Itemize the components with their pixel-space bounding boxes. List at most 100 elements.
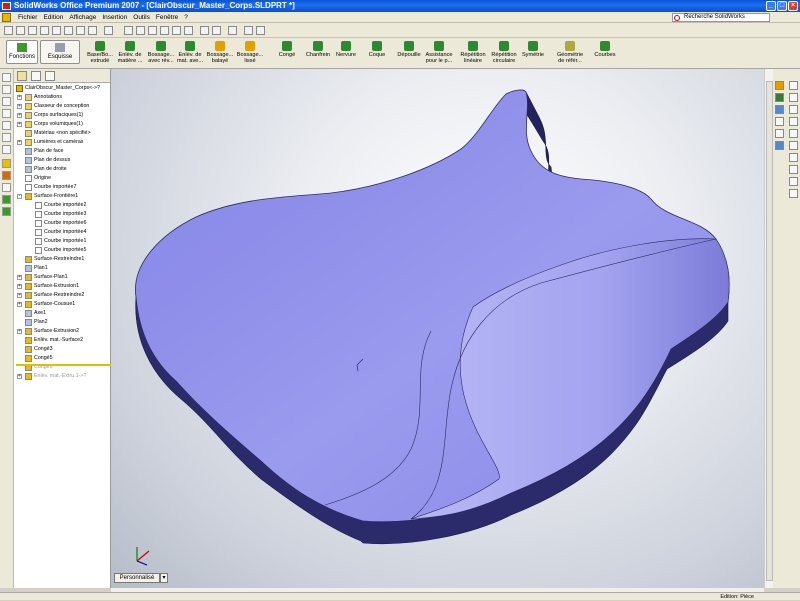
side-tool-icon[interactable] <box>789 153 798 162</box>
tool-icon[interactable] <box>2 183 11 192</box>
expand-icon[interactable]: + <box>17 140 22 145</box>
shell-button[interactable]: Coque <box>366 40 388 68</box>
side-tool-icon[interactable] <box>789 165 798 174</box>
side-tool-icon[interactable] <box>789 189 798 198</box>
expand-icon[interactable]: + <box>17 113 22 118</box>
rotate-view-icon[interactable] <box>172 26 181 35</box>
tree-item[interactable]: Origine <box>14 174 111 183</box>
open-icon[interactable] <box>16 26 25 35</box>
display-style-icon[interactable] <box>200 26 209 35</box>
copy-icon[interactable] <box>64 26 73 35</box>
view-palette-icon[interactable] <box>775 129 784 138</box>
revolved-cut-button[interactable]: Enlèv. de mat. ave... <box>176 40 204 68</box>
help-icon[interactable] <box>256 26 265 35</box>
search-pane-icon[interactable] <box>775 117 784 126</box>
vertical-scrollbar[interactable] <box>764 69 773 588</box>
tree-item[interactable]: Congé3 <box>14 345 111 354</box>
lofted-boss-button[interactable]: Bossage... lissé <box>236 40 264 68</box>
tree-item[interactable]: + Lumières et caméras <box>14 138 111 147</box>
tree-item[interactable]: Courbe importée5 <box>14 246 111 255</box>
tree-item[interactable]: Congé5 <box>14 354 111 363</box>
pan-icon[interactable] <box>184 26 193 35</box>
extruded-cut-button[interactable]: Enlèv. de matière ... <box>116 40 144 68</box>
tree-item[interactable]: + Surface-Extrusion2 <box>14 327 111 336</box>
view-orientation-icon[interactable] <box>212 26 221 35</box>
tree-item[interactable]: Enlèv. mat.-Surface2 <box>14 336 111 345</box>
tree-item[interactable]: + Surface-Extrusion1 <box>14 282 111 291</box>
tree-item[interactable]: Courbe importée3 <box>14 210 111 219</box>
save-icon[interactable] <box>28 26 37 35</box>
new-document-icon[interactable] <box>4 26 13 35</box>
tree-item[interactable]: + Surface-Restreindre2 <box>14 291 111 300</box>
print-icon[interactable] <box>40 26 49 35</box>
configurationmanager-tab-icon[interactable] <box>45 71 55 81</box>
tree-item[interactable]: Courbe importée1 <box>14 237 111 246</box>
expand-icon[interactable]: + <box>17 284 22 289</box>
section-view-icon[interactable] <box>228 26 237 35</box>
menu-item-5[interactable]: Fenêtre <box>153 12 181 23</box>
side-tool-icon[interactable] <box>789 117 798 126</box>
expand-icon[interactable]: + <box>17 374 22 379</box>
tool-icon[interactable] <box>2 97 11 106</box>
tree-item[interactable]: Plan de face <box>14 147 111 156</box>
tool-icon[interactable] <box>2 85 11 94</box>
file-explorer-icon[interactable] <box>775 105 784 114</box>
side-tool-icon[interactable] <box>789 81 798 90</box>
cut-icon[interactable] <box>52 26 61 35</box>
draft-button[interactable]: Dépouille <box>396 40 422 68</box>
chamfer-button[interactable]: Chanfrein <box>304 40 332 68</box>
zoom-fit-icon[interactable] <box>148 26 157 35</box>
expand-icon[interactable]: + <box>17 104 22 109</box>
side-tool-icon[interactable] <box>789 177 798 186</box>
tree-item[interactable]: Courbe importée4 <box>14 228 111 237</box>
tree-item[interactable]: + Annotations <box>14 93 111 102</box>
circular-pattern-button[interactable]: Répétition circulaire <box>490 40 518 68</box>
menu-item-2[interactable]: Affichage <box>66 12 99 23</box>
menu-item-3[interactable]: Insertion <box>99 12 130 23</box>
select-icon[interactable] <box>124 26 133 35</box>
redo-icon[interactable] <box>104 26 113 35</box>
graphics-area[interactable] <box>111 69 764 588</box>
tree-item[interactable]: Surface-Restreindre1 <box>14 255 111 264</box>
mirror-button[interactable]: Symétrie <box>520 40 546 68</box>
hole-wizard-button[interactable]: Assistance pour le p... <box>424 40 454 68</box>
menu-item-1[interactable]: Edition <box>40 12 66 23</box>
design-library-icon[interactable] <box>775 93 784 102</box>
tab-esquisse[interactable]: Esquisse <box>40 40 80 64</box>
search-input[interactable]: Recherche SolidWorks <box>672 13 770 22</box>
tool-icon[interactable] <box>2 73 11 82</box>
tree-item[interactable]: - Surface-Frontière1 <box>14 192 111 201</box>
linear-pattern-button[interactable]: Répétition linéaire <box>460 40 486 68</box>
expand-icon[interactable]: + <box>17 293 22 298</box>
options-icon[interactable] <box>244 26 253 35</box>
scrollbar-thumb[interactable] <box>766 81 773 581</box>
tree-item[interactable]: Axe1 <box>14 309 111 318</box>
tree-item[interactable]: Courbe importée2 <box>14 201 111 210</box>
close-button[interactable]: × <box>788 1 798 11</box>
curves-button[interactable]: Courbes <box>592 40 618 68</box>
tab-fonctions[interactable]: Fonctions <box>6 40 38 64</box>
propertymanager-tab-icon[interactable] <box>31 71 41 81</box>
smart-dimension-icon[interactable] <box>2 171 11 180</box>
tree-item[interactable]: Plan de droite <box>14 165 111 174</box>
tool-icon[interactable] <box>2 145 11 154</box>
expand-icon[interactable]: + <box>17 329 22 334</box>
tree-item[interactable]: + Surface-Cousue1 <box>14 300 111 309</box>
tool-icon[interactable] <box>2 109 11 118</box>
tree-item[interactable]: + Classeur de conception <box>14 102 111 111</box>
tree-item[interactable]: Matériau <non spécifié> <box>14 129 111 138</box>
revolved-boss-button[interactable]: Bossage... avec rév... <box>146 40 176 68</box>
rebuild-icon[interactable] <box>136 26 145 35</box>
menu-item-4[interactable]: Outils <box>130 12 153 23</box>
swept-boss-button[interactable]: Bossage... balayé <box>206 40 234 68</box>
tree-item[interactable]: Plan de dessus <box>14 156 111 165</box>
rollback-bar[interactable] <box>16 364 111 366</box>
tree-root[interactable]: ClairObscur_Master_Corps<->? <box>14 84 111 93</box>
fillet-button[interactable]: Congé <box>276 40 298 68</box>
expand-icon[interactable]: + <box>17 95 22 100</box>
tree-item[interactable]: Plan2 <box>14 318 111 327</box>
side-tool-icon[interactable] <box>789 129 798 138</box>
reference-geometry-button[interactable]: Géométrie de référ... <box>554 40 586 68</box>
custom-view-tab[interactable]: Personnalisé <box>114 573 160 583</box>
feature-tool-icon[interactable] <box>2 207 11 216</box>
